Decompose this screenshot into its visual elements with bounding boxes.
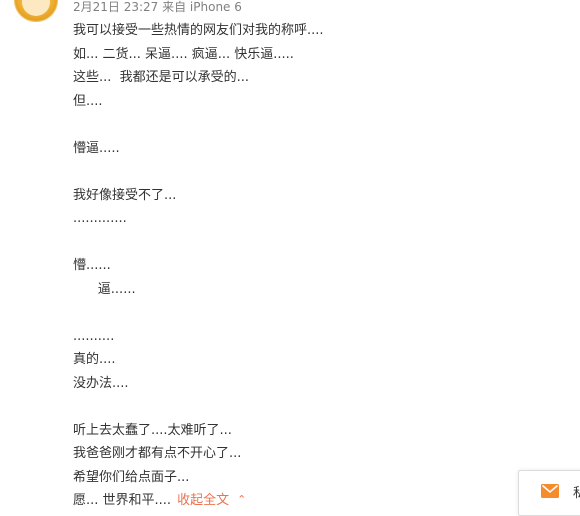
post-line: 没办法.... <box>73 375 129 391</box>
post-line: 逼...... <box>73 281 136 297</box>
private-message-label: 私 <box>573 486 580 501</box>
post-line: 真的.... <box>73 352 116 367</box>
post-last-line: 愿... 世界和平.... 收起全文 ⌃ <box>73 489 403 513</box>
post-line <box>73 395 403 419</box>
chevron-up-icon[interactable]: ⌃ <box>237 488 246 512</box>
post-line <box>73 160 403 184</box>
private-message-widget[interactable]: 私 <box>518 470 580 516</box>
post-line: .......... <box>73 328 115 344</box>
post-line: 但.... <box>73 93 103 109</box>
post-text: 我可以接受一些热情的网友们对我的称呼.... 如... 二货... 呆逼....… <box>73 19 403 513</box>
avatar-face <box>22 0 50 16</box>
post-line: 这些... 我都还是可以承受的... <box>73 70 250 85</box>
mail-icon <box>541 484 559 498</box>
post-line: 听上去太蠢了....太难听了... <box>73 422 232 438</box>
post-line: 我好像接受不了... <box>73 187 177 203</box>
post-line: 我爸爸刚才都有点不开心了... <box>73 446 242 461</box>
post-line: 希望你们给点面子... <box>73 469 190 485</box>
post-line: ............. <box>73 211 127 226</box>
post-meta: 2月21日 23:27 来自 iPhone 6 <box>73 0 242 14</box>
post-line <box>73 301 403 325</box>
avatar[interactable] <box>14 0 58 22</box>
post-line: 懵逼..... <box>73 140 120 156</box>
post-line: 如... 二货... 呆逼.... 疯逼... 快乐逼..... <box>73 46 294 62</box>
post-line <box>73 231 403 255</box>
post-line <box>73 113 403 137</box>
post-line: 懵...... <box>73 258 111 273</box>
post-line: 我可以接受一些热情的网友们对我的称呼.... <box>73 23 324 38</box>
